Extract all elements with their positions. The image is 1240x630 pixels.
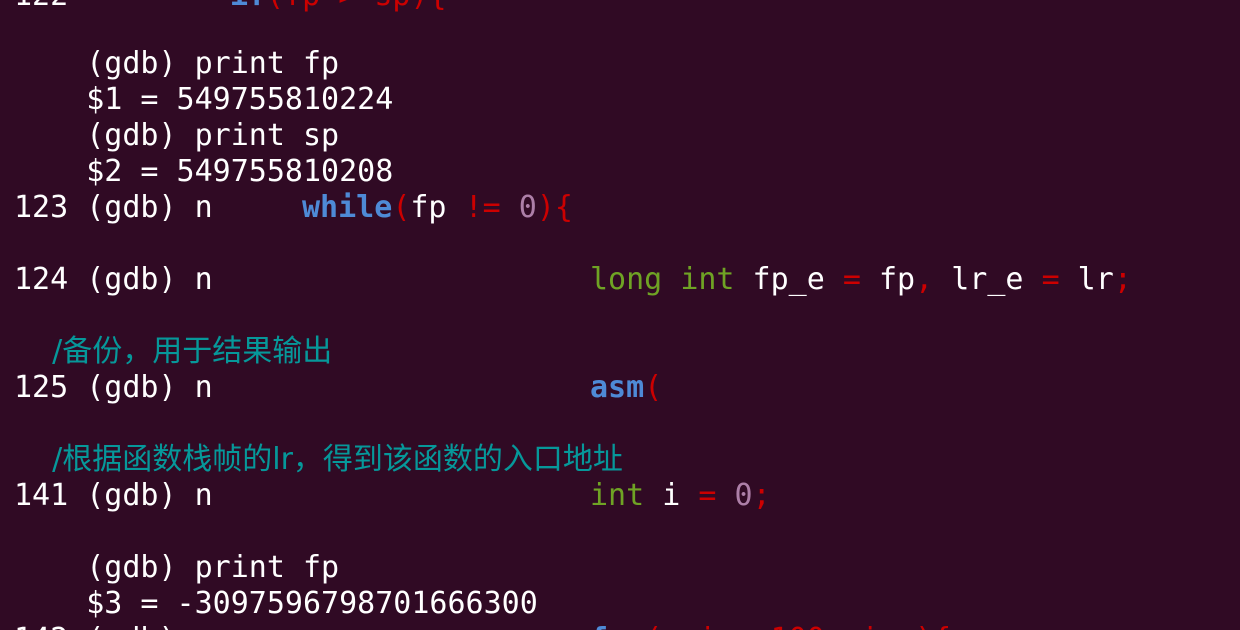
gdb-prompt-line: (gdb) n [14,334,212,405]
gdb-prompt-line: (gdb) n [14,154,212,225]
source-code: int i = 0; [590,478,771,514]
source-line: 125 asm( [14,370,1234,406]
punct: , [915,262,934,297]
source-code: for(; i < 100; i++){ [590,622,951,630]
line-number: 124 [14,262,69,297]
identifier: fp [860,262,916,297]
code-text: (; i < 100; i++){ [644,622,951,630]
type-keyword: int [680,262,735,297]
punct: ( [392,190,411,225]
gdb-prompt-line: (gdb) n [14,226,212,297]
source-code: asm( [590,370,662,406]
source-line-partial-bottom: 142 for(; i < 100; i++){ [14,622,1234,630]
type-keyword: long [590,262,663,297]
source-line: 141 int i = 0; [14,478,1234,514]
number-literal: 0 [734,478,753,513]
operator: = [1041,262,1060,297]
gdb-prompt-line: (gdb) print fp [14,10,339,81]
keyword: asm [590,370,645,405]
punct: ; [752,478,771,513]
punct: ; [1113,262,1132,297]
identifier: lr [1059,262,1114,297]
gdb-prompt-line: (gdb) print sp [14,82,339,153]
line-number: 141 [14,478,69,513]
gdb-output: $3 = -3097596798701666300 [14,550,538,621]
gdb-terminal[interactable]: 122 if (fp > sp){ (gdb) print fp $1 = 54… [0,0,1240,630]
source-code: long int fp_e = fp, lr_e = lr; [590,262,1132,298]
source-code: while(fp != 0){ [302,190,573,226]
punct: ( [644,370,663,405]
operator: = [698,478,717,513]
keyword: while [302,190,393,225]
gdb-prompt-line: (gdb) n [14,442,212,513]
identifier: lr_e [933,262,1042,297]
operator: = [842,262,861,297]
code-comment: /根据函数栈帧的lr，得到该函数的入口地址 [14,406,623,477]
gdb-prompt-line: (gdb) n [14,586,212,630]
code-comment: /备份，用于结果输出 [14,298,332,369]
line-number: 142 [14,622,68,630]
source-line: 124 long int fp_e = fp, lr_e = lr; [14,262,1234,298]
gdb-prompt-line: (gdb) print fp [14,514,339,585]
gdb-output: $1 = 549755810224 [14,46,393,117]
identifier: fp [410,190,465,225]
line-number: 125 [14,370,69,405]
keyword: for [590,622,644,630]
operator: != [464,190,501,225]
line-number: 123 [14,190,69,225]
punct: ){ [536,190,573,225]
gdb-output: $2 = 549755810208 [14,118,393,189]
identifier: i [644,478,699,513]
number-literal: 0 [518,190,537,225]
source-line: 123 while(fp != 0){ [14,190,1234,226]
type-keyword: int [590,478,645,513]
identifier: fp_e [734,262,843,297]
